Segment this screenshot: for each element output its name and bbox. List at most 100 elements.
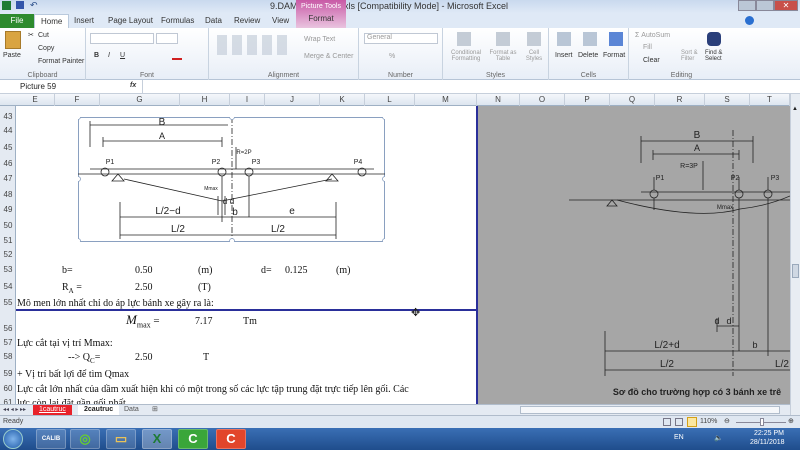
language-indicator[interactable]: EN	[674, 434, 684, 441]
scroll-up-icon[interactable]: ▲	[792, 106, 799, 112]
zoom-in-button[interactable]: ⊕	[788, 417, 794, 425]
row-header-44[interactable]: 44	[0, 126, 16, 135]
conditional-formatting-button[interactable]: Conditional Formatting	[448, 50, 484, 62]
delete-button[interactable]: Delete	[578, 52, 598, 59]
column-header-o[interactable]: O	[520, 94, 565, 106]
mmax-value[interactable]: 7.17	[195, 316, 213, 327]
zoom-out-button[interactable]: ⊖	[724, 417, 730, 425]
scroll-thumb[interactable]	[792, 264, 799, 278]
wrap-text-button[interactable]: Wrap Text	[304, 36, 335, 43]
undo-icon[interactable]: ↶	[30, 0, 38, 11]
start-button[interactable]	[3, 429, 23, 449]
column-header-h[interactable]: H	[180, 94, 230, 106]
row-header-46[interactable]: 46	[0, 159, 16, 168]
column-header-n[interactable]: N	[477, 94, 520, 106]
tab-review[interactable]: Review	[228, 14, 266, 28]
row55-text[interactable]: Mô men lớn nhất chỉ do áp lực bánh xe gâ…	[17, 298, 214, 309]
row-header-50[interactable]: 50	[0, 221, 16, 230]
tab-file[interactable]: File	[0, 14, 34, 28]
row-header-53[interactable]: 53	[0, 265, 16, 274]
row-header-47[interactable]: 47	[0, 174, 16, 183]
row-header-51[interactable]: 51	[0, 236, 16, 245]
merge-center-button[interactable]: Merge & Center	[304, 53, 353, 60]
maximize-button[interactable]	[756, 0, 774, 11]
column-header-l[interactable]: L	[365, 94, 415, 106]
sheet-tab-data[interactable]: Data	[118, 405, 145, 415]
ra-value[interactable]: 2.50	[135, 282, 153, 293]
column-header-g[interactable]: G	[100, 94, 180, 106]
close-button[interactable]: ✕	[774, 0, 798, 11]
row-header-59[interactable]: 59	[0, 369, 16, 378]
insert-sheet-icon[interactable]: ⊞	[146, 405, 164, 415]
zoom-level[interactable]: 110%	[700, 418, 717, 425]
paste-button[interactable]: Paste	[3, 52, 21, 59]
format-as-table-button[interactable]: Format as Table	[487, 50, 519, 62]
row-header-54[interactable]: 54	[0, 282, 16, 291]
tab-home[interactable]: Home	[34, 14, 70, 28]
row-header-43[interactable]: 43	[0, 112, 16, 121]
sheet-tab-1cautruc[interactable]: 1cautruc	[33, 405, 72, 415]
row60-text[interactable]: Lực cắt lớn nhất của dầm xuất hiện khi c…	[17, 384, 409, 395]
column-header-t[interactable]: T	[750, 94, 790, 106]
camtasia-red-taskbar-icon[interactable]: C	[216, 429, 246, 449]
percent-button[interactable]: %	[389, 53, 395, 60]
underline-button[interactable]: U	[120, 52, 125, 59]
insert-button[interactable]: Insert	[555, 52, 573, 59]
column-header-j[interactable]: J	[265, 94, 320, 106]
name-box[interactable]: Picture 59	[18, 81, 94, 93]
sheet-tab-2cautruc[interactable]: 2cautruc	[78, 405, 120, 415]
tab-insert[interactable]: Insert	[68, 14, 100, 28]
font-size-select[interactable]	[156, 33, 178, 44]
format-painter-button[interactable]: Format Painter	[38, 58, 84, 65]
horizontal-scrollbar[interactable]	[520, 406, 780, 414]
font-name-select[interactable]	[90, 33, 154, 44]
tab-page-layout[interactable]: Page Layout	[102, 14, 159, 28]
clear-button[interactable]: Clear	[643, 57, 660, 64]
row-header-55[interactable]: 55	[0, 298, 16, 307]
clock-time[interactable]: 22:25 PM	[754, 430, 784, 437]
row-header-58[interactable]: 58	[0, 352, 16, 361]
volume-icon[interactable]: 🔈	[714, 434, 723, 442]
find-select-button[interactable]: Find & Select	[705, 50, 731, 62]
explorer-taskbar-icon[interactable]: ▭	[106, 429, 136, 449]
d-value[interactable]: 0.125	[285, 265, 308, 276]
cut-button[interactable]: Cut	[38, 32, 49, 39]
autosum-button[interactable]: Σ AutoSum	[635, 32, 670, 39]
row-header-56[interactable]: 56	[0, 324, 16, 333]
bold-button[interactable]: B	[94, 52, 99, 59]
help-icon[interactable]	[745, 16, 754, 25]
camtasia-green-taskbar-icon[interactable]: C	[178, 429, 208, 449]
tab-format[interactable]: Format	[296, 14, 346, 23]
sort-filter-button[interactable]: Sort & Filter	[681, 50, 703, 62]
format-button[interactable]: Format	[603, 52, 625, 59]
column-header-f[interactable]: F	[55, 94, 100, 106]
row-header-60[interactable]: 60	[0, 384, 16, 393]
page-break-view-icon[interactable]	[687, 417, 697, 427]
coccoc-taskbar-icon[interactable]: ◎	[70, 429, 100, 449]
row-header-48[interactable]: 48	[0, 190, 16, 199]
qc-value[interactable]: 2.50	[135, 352, 153, 363]
sheet-nav-icons[interactable]: ◂◂ ◂ ▸ ▸▸	[3, 406, 26, 413]
row-header-49[interactable]: 49	[0, 205, 16, 214]
column-header-p[interactable]: P	[565, 94, 610, 106]
zoom-slider-thumb[interactable]	[760, 418, 764, 426]
row-header-45[interactable]: 45	[0, 143, 16, 152]
fx-button[interactable]: fx	[130, 82, 136, 89]
italic-button[interactable]: I	[108, 52, 110, 59]
row-header-52[interactable]: 52	[0, 250, 16, 259]
align-icons[interactable]	[217, 35, 287, 55]
column-header-i[interactable]: I	[230, 94, 265, 106]
tab-data[interactable]: Data	[199, 14, 228, 28]
column-header-e[interactable]: E	[16, 94, 55, 106]
vertical-scrollbar[interactable]: ▲	[790, 94, 800, 415]
diagram-4-wheels-picture[interactable]: B A R=2P P1 P2 P3 P4 Mmax d d L/2−d b e …	[78, 117, 385, 242]
minimize-button[interactable]	[738, 0, 756, 11]
copy-button[interactable]: Copy	[38, 45, 54, 52]
cell-styles-button[interactable]: Cell Styles	[521, 50, 547, 62]
tab-formulas[interactable]: Formulas	[155, 14, 200, 28]
column-header-m[interactable]: M	[415, 94, 477, 106]
column-header-r[interactable]: R	[655, 94, 705, 106]
tab-view[interactable]: View	[266, 14, 295, 28]
column-header-q[interactable]: Q	[610, 94, 655, 106]
row57-text[interactable]: Lực cắt tại vị trí Mmax:	[17, 338, 113, 349]
